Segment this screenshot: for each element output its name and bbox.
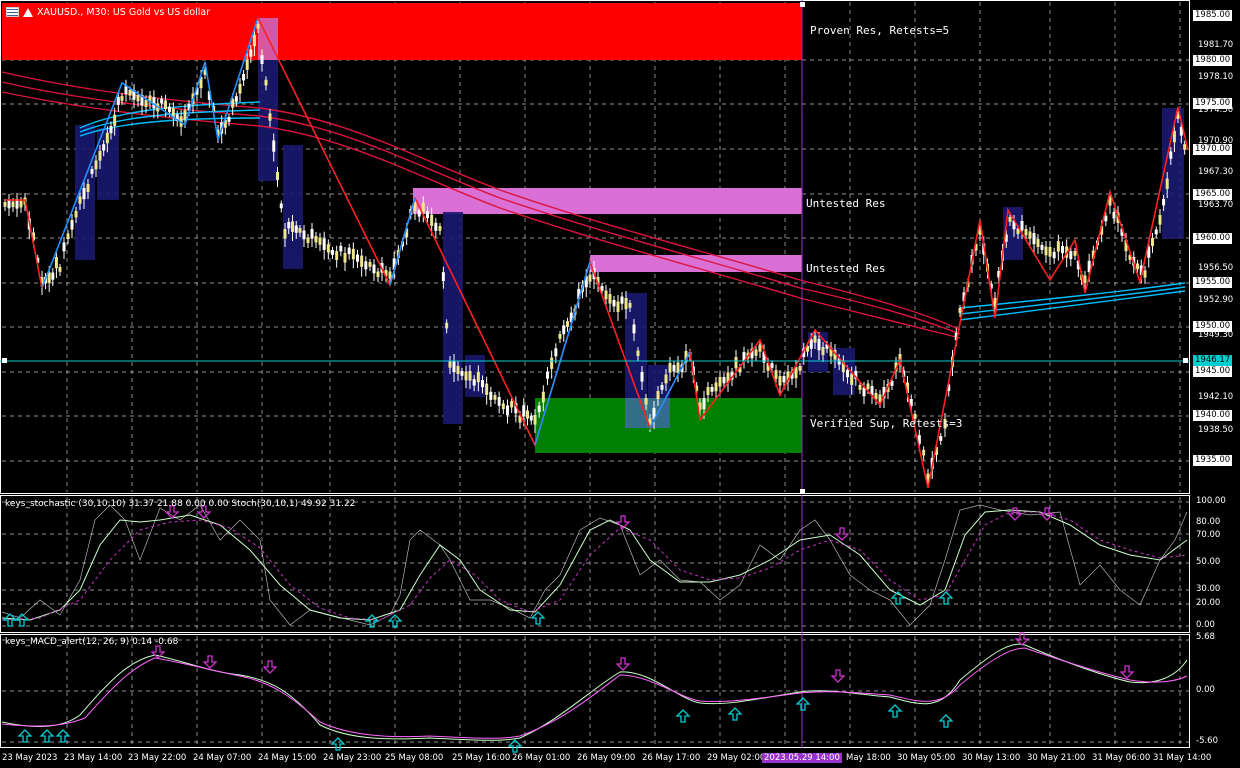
macd-title: keys_MACD_alert(12, 26, 9) 0.14 -0.68 [5,637,179,647]
time-tick-label: 25 May 08:00 [385,753,444,763]
signal-arrows [2,505,1135,753]
price-tick-label: 1978.10 [1198,72,1234,82]
macd-level-label: 0.00 [1196,685,1215,695]
price-tick-label: 1949.30 [1198,330,1234,340]
zigzag-line-end [879,106,1189,489]
time-tick-label: 23 May 22:00 [128,753,187,763]
stoch-level-label: 30.00 [1196,584,1221,594]
time-tick-label: 24 May 15:00 [258,753,317,763]
time-tick-label: 24 May 07:00 [193,753,252,763]
price-tick-label: 1938.50 [1198,425,1234,435]
verified-sup-label: Verified Sup, Retests=3 [810,417,963,430]
symbol-arrow-icon[interactable] [23,7,33,17]
crosshair-handle-top[interactable] [800,2,805,7]
time-tick-label: 30 May 13:00 [962,753,1021,763]
stoch-level-label: 100.00 [1196,496,1226,506]
price-tick-label: 1980.00 [1193,55,1233,66]
price-tick-label: 1981.70 [1198,40,1234,50]
price-tick-label: 1970.00 [1193,144,1233,155]
price-tick-label: 1965.00 [1193,189,1233,200]
price-tick-label: 1952.90 [1198,295,1234,305]
time-tick-label: 23 May 14:00 [64,753,123,763]
time-tick-label: 29 May 02:00 [707,753,766,763]
zigzag-line-down [5,199,43,289]
price-tick-label: 1974.50 [1198,105,1234,115]
time-tick-label: 25 May 16:00 [452,753,511,763]
time-tick-label: 31 May 06:00 [1092,753,1151,763]
price-tick-label: 1942.10 [1198,392,1234,402]
macd-lines [1,643,1188,741]
stoch-level-label: 50.00 [1196,557,1221,567]
price-tick-label: 1955.00 [1193,277,1233,288]
main-price-chart[interactable] [0,0,1240,768]
price-tick-label: 1940.00 [1193,410,1233,421]
zigzag-line-main [257,17,881,448]
stoch-level-label: 0.00 [1196,620,1215,630]
time-tick-label: 30 May 21:00 [1027,753,1086,763]
price-tick-label: 1945.00 [1193,366,1233,377]
untested-res-zone-1 [413,188,802,214]
time-tick-label: 24 May 23:00 [323,753,382,763]
macd-level-label: 5.68 [1196,632,1215,642]
macd-level-label: -5.60 [1196,736,1218,746]
stochastic-title: keys_stochastic (30,10,10) 31.37 21.88 0… [5,499,356,509]
price-axis[interactable]: 1985.00 1981.70 1980.00 1978.10 1975.00 1974.… [1190,0,1240,768]
price-line-handle-left[interactable] [2,358,7,363]
crosshair-time-label: 2023.05.29 14:00 [762,753,842,763]
stochastic-lines [1,504,1188,626]
time-tick-label: 31 May 14:00 [1153,753,1212,763]
price-tick-label: 1946.17 [1193,355,1233,366]
time-tick-label: 26 May 01:00 [512,753,571,763]
symbol-title: XAUUSD., M30: US Gold vs US dollar [37,6,211,18]
price-line-handle-right[interactable] [1183,358,1188,363]
stoch-level-label: 80.00 [1196,517,1221,527]
price-tick-label: 1967.30 [1198,167,1234,177]
price-tick-label: 1963.70 [1198,200,1234,210]
zigzag-line-up-2 [389,197,416,286]
untested-res-label-1: Untested Res [806,197,886,210]
price-tick-label: 1985.00 [1193,10,1233,21]
crosshair-handle-bottom[interactable] [800,489,805,494]
time-tick-label: May 18:00 [846,753,891,763]
time-tick-label: 26 May 09:00 [577,753,636,763]
time-tick-label: 26 May 17:00 [642,753,701,763]
chart-header: XAUUSD., M30: US Gold vs US dollar [6,4,210,20]
proven-res-label: Proven Res, Retests=5 [810,24,950,37]
time-tick-label: 23 May 2023 [2,753,58,763]
stoch-level-label: 70.00 [1196,530,1221,540]
stoch-level-label: 20.00 [1196,598,1221,608]
highlight-bars [75,18,1184,428]
time-tick-label: 30 May 05:00 [897,753,956,763]
untested-res-label-2: Untested Res [806,262,886,275]
time-axis[interactable]: 23 May 2023 23 May 14:00 23 May 22:00 24 Ma… [0,750,1211,768]
price-tick-label: 1956.50 [1198,263,1234,273]
window-menu-icon[interactable] [6,7,19,17]
price-tick-label: 1935.00 [1193,455,1233,466]
price-tick-label: 1960.00 [1193,233,1233,244]
